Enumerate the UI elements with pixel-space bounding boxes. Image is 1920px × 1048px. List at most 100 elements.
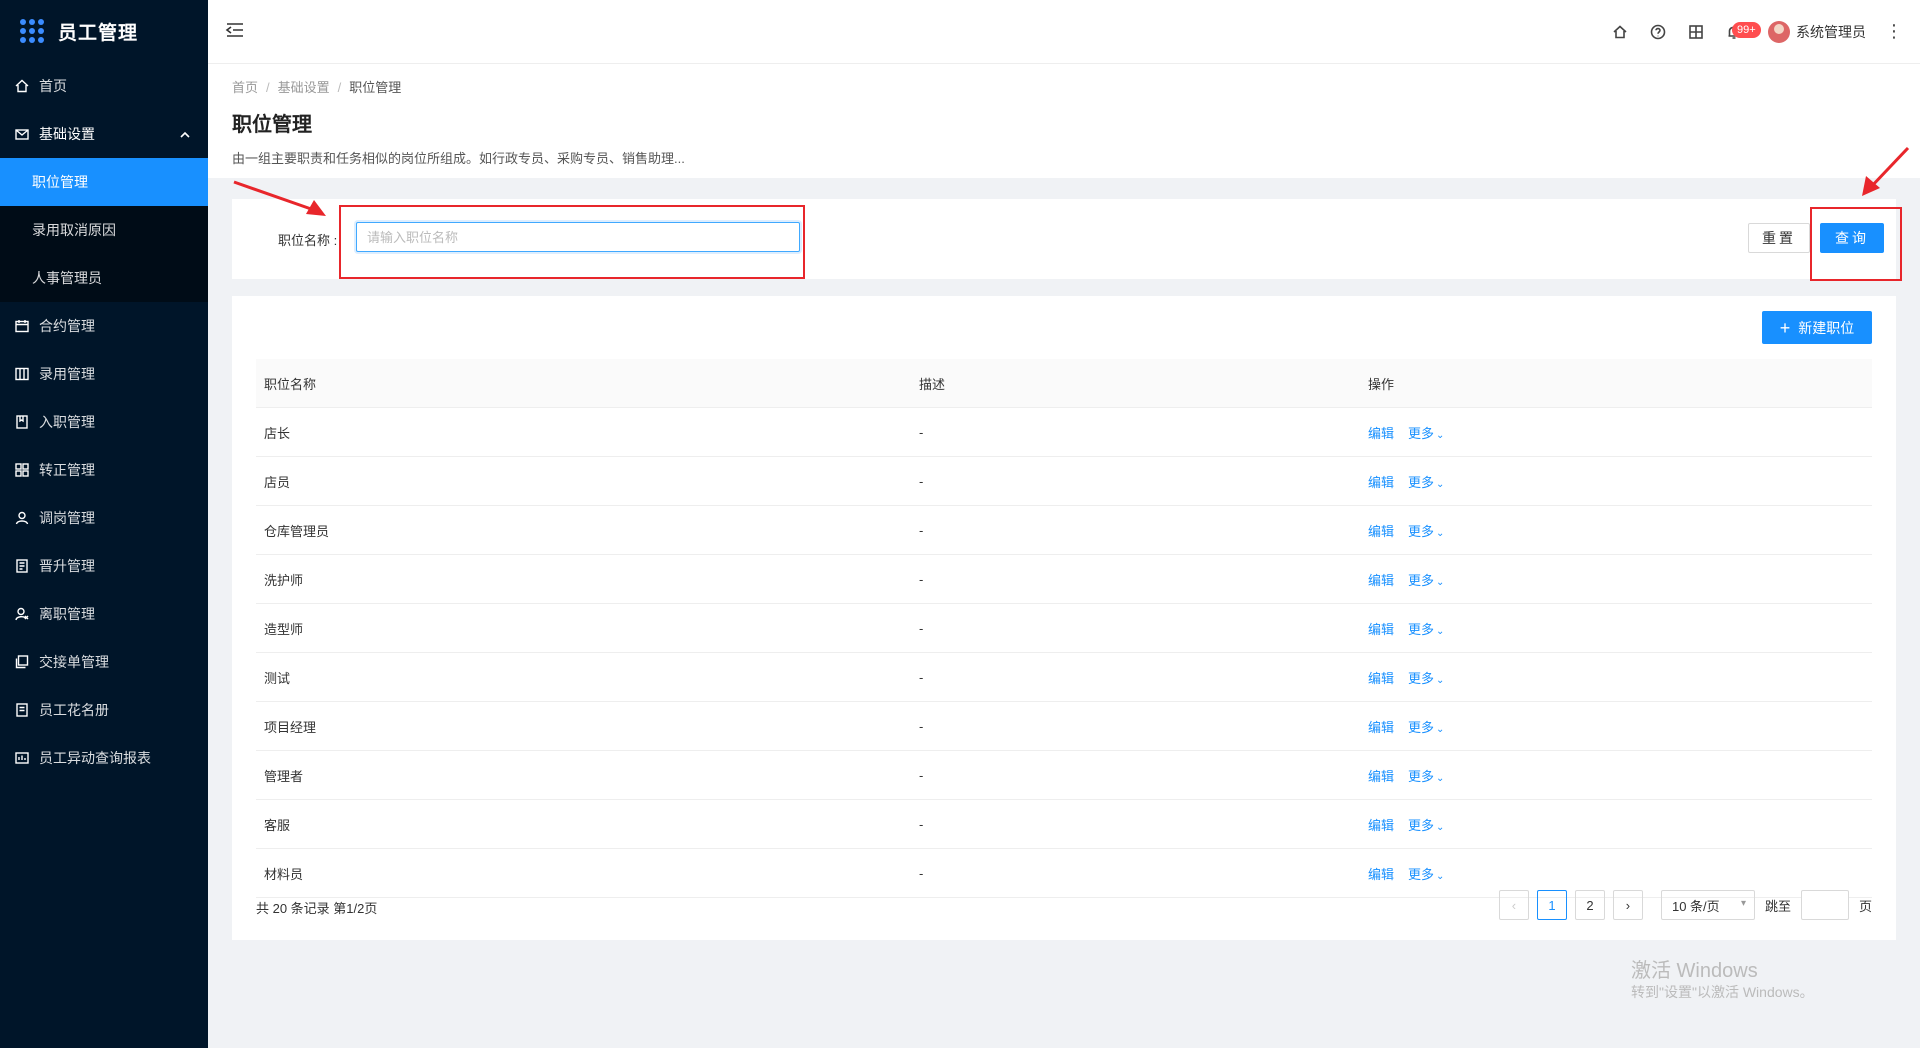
home-icon[interactable] — [1602, 14, 1638, 50]
page-description: 由一组主要职责和任务相似的岗位所组成。如行政专员、采购专员、销售助理... — [232, 151, 685, 166]
edit-link[interactable]: 编辑 — [1368, 475, 1394, 490]
layout-grid-icon[interactable] — [1678, 14, 1714, 50]
prev-page-button[interactable]: ‹ — [1498, 890, 1529, 920]
cell-actions: 编辑 更多 ⌄ — [1360, 750, 1872, 800]
edit-link[interactable]: 编辑 — [1368, 622, 1394, 637]
cell-position-name: 管理者 — [256, 750, 911, 800]
table-row: 管理者 - 编辑 更多 ⌄ — [256, 750, 1872, 800]
page-button-1[interactable]: 1 — [1536, 890, 1567, 920]
cell-description: - — [911, 505, 1360, 555]
new-position-button[interactable]: + 新建职位 — [1762, 311, 1872, 344]
sidebar-item-contract[interactable]: 合约管理 — [0, 302, 208, 350]
user-icon — [15, 511, 29, 525]
user-name[interactable]: 系统管理员 — [1796, 22, 1866, 42]
more-dropdown[interactable]: 更多 ⌄ — [1408, 426, 1444, 441]
sidebar-item-hr-admin[interactable]: 人事管理员 — [0, 254, 208, 302]
sidebar-item-label: 交接单管理 — [39, 654, 109, 670]
cell-description: - — [911, 456, 1360, 506]
more-dropdown[interactable]: 更多 ⌄ — [1408, 720, 1444, 735]
sidebar-item-label: 合约管理 — [39, 318, 95, 334]
sidebar-item-hiring[interactable]: 录用管理 — [0, 350, 208, 398]
sidebar-item-promotion[interactable]: 晋升管理 — [0, 542, 208, 590]
home-icon — [15, 79, 29, 93]
edit-link[interactable]: 编辑 — [1368, 720, 1394, 735]
reset-button[interactable]: 重置 — [1748, 223, 1810, 253]
edit-link[interactable]: 编辑 — [1368, 867, 1394, 882]
column-header-actions: 操作 — [1360, 359, 1872, 408]
chevron-down-icon: ⌄ — [1436, 821, 1445, 833]
more-vertical-icon[interactable]: ⋮ — [1882, 21, 1906, 42]
search-label: 职位名称 : — [278, 233, 338, 248]
notification-badge: 99+ — [1732, 21, 1761, 38]
sidebar-item-hire-cancel-reason[interactable]: 录用取消原因 — [0, 206, 208, 254]
edit-link[interactable]: 编辑 — [1368, 769, 1394, 784]
breadcrumb: 首页 / 基础设置 / 职位管理 — [232, 80, 402, 95]
chevron-down-icon: ⌄ — [1436, 576, 1445, 588]
edit-link[interactable]: 编辑 — [1368, 671, 1394, 686]
next-page-button[interactable]: › — [1612, 890, 1643, 920]
windows-watermark-title: 激活 Windows — [1631, 960, 1758, 982]
more-dropdown[interactable]: 更多 ⌄ — [1408, 475, 1444, 490]
chevron-down-icon: ⌄ — [1436, 674, 1445, 686]
sidebar-item-transfer[interactable]: 调岗管理 — [0, 494, 208, 542]
edit-link[interactable]: 编辑 — [1368, 426, 1394, 441]
cell-actions: 编辑 更多 ⌄ — [1360, 799, 1872, 849]
more-dropdown[interactable]: 更多 ⌄ — [1408, 671, 1444, 686]
table-row: 测试 - 编辑 更多 ⌄ — [256, 652, 1872, 702]
sidebar-item-label: 离职管理 — [39, 606, 95, 622]
cell-actions: 编辑 更多 ⌄ — [1360, 505, 1872, 555]
sidebar-item-position-management[interactable]: 职位管理 — [0, 158, 208, 206]
sidebar: 员工管理 首页 基础设置 职位管理 录用取消原因 人事管理员 合约管理 录用管理… — [0, 0, 208, 1048]
avatar[interactable] — [1768, 20, 1790, 43]
sidebar-item-resignation[interactable]: 离职管理 — [0, 590, 208, 638]
roster-icon — [15, 703, 29, 717]
more-dropdown[interactable]: 更多 ⌄ — [1408, 573, 1444, 588]
bell-icon[interactable]: 99+ — [1716, 14, 1761, 50]
submenu-basic-settings: 职位管理 录用取消原因 人事管理员 — [0, 158, 208, 302]
cell-position-name: 材料员 — [256, 848, 911, 898]
cell-position-name: 仓库管理员 — [256, 505, 911, 555]
menu-fold-icon[interactable] — [225, 21, 245, 39]
breadcrumb-basic-settings[interactable]: 基础设置 — [278, 80, 330, 95]
more-dropdown[interactable]: 更多 ⌄ — [1408, 622, 1444, 637]
chevron-down-icon: ⌄ — [1436, 625, 1445, 637]
sidebar-item-onboarding[interactable]: 入职管理 — [0, 398, 208, 446]
sidebar-item-regularization[interactable]: 转正管理 — [0, 446, 208, 494]
copy-icon — [15, 655, 29, 669]
jump-page-input[interactable] — [1800, 890, 1849, 920]
page-size-select[interactable]: 10 条/页 ▾ — [1660, 890, 1755, 920]
chevron-down-icon: ⌄ — [1436, 527, 1445, 539]
chart-report-icon — [15, 751, 29, 765]
table-row: 洗护师 - 编辑 更多 ⌄ — [256, 554, 1872, 604]
chevron-up-icon — [180, 127, 190, 143]
sidebar-item-roster[interactable]: 员工花名册 — [0, 686, 208, 734]
more-dropdown[interactable]: 更多 ⌄ — [1408, 867, 1444, 882]
sidebar-item-basic-settings[interactable]: 基础设置 — [0, 110, 208, 158]
help-icon[interactable] — [1640, 14, 1676, 50]
breadcrumb-home[interactable]: 首页 — [232, 80, 258, 95]
sidebar-item-change-report[interactable]: 员工异动查询报表 — [0, 734, 208, 782]
more-dropdown[interactable]: 更多 ⌄ — [1408, 818, 1444, 833]
sidebar-item-label: 晋升管理 — [39, 558, 95, 574]
edit-link[interactable]: 编辑 — [1368, 573, 1394, 588]
more-dropdown[interactable]: 更多 ⌄ — [1408, 769, 1444, 784]
sidebar-item-home[interactable]: 首页 — [0, 62, 208, 110]
cell-description: - — [911, 603, 1360, 653]
chevron-down-icon: ▾ — [1740, 898, 1746, 909]
cell-position-name: 店员 — [256, 456, 911, 506]
chevron-down-icon: ⌄ — [1436, 870, 1445, 882]
chevron-down-icon: ⌄ — [1436, 723, 1445, 735]
edit-link[interactable]: 编辑 — [1368, 818, 1394, 833]
sidebar-item-handover[interactable]: 交接单管理 — [0, 638, 208, 686]
cell-position-name: 店长 — [256, 407, 911, 457]
jump-label: 跳至 — [1764, 898, 1791, 914]
sidebar-item-label: 员工花名册 — [39, 702, 109, 718]
table-row: 店员 - 编辑 更多 ⌄ — [256, 456, 1872, 506]
sidebar-item-label: 入职管理 — [39, 414, 95, 430]
table-row: 造型师 - 编辑 更多 ⌄ — [256, 603, 1872, 653]
calendar-icon — [15, 319, 29, 333]
page-button-2[interactable]: 2 — [1574, 890, 1605, 920]
more-dropdown[interactable]: 更多 ⌄ — [1408, 524, 1444, 539]
edit-link[interactable]: 编辑 — [1368, 524, 1394, 539]
cell-description: - — [911, 701, 1360, 751]
